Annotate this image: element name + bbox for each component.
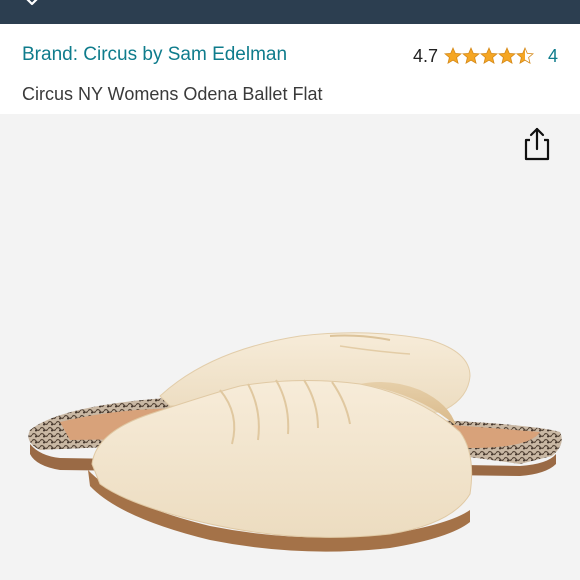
product-title: Circus NY Womens Odena Ballet Flat — [22, 84, 323, 104]
brand-link[interactable]: Brand: Circus by Sam Edelman — [22, 44, 287, 66]
brand-row: Brand: Circus by Sam Edelman 4.7 4 — [0, 40, 580, 72]
rating-value: 4.7 — [412, 45, 438, 66]
star-icon — [444, 47, 534, 64]
rating-stars — [444, 47, 534, 65]
rating-summary[interactable]: 4.7 4 — [413, 44, 558, 68]
chevron-down-icon[interactable] — [26, 0, 38, 8]
rating-count[interactable]: 4 — [548, 46, 558, 67]
product-image[interactable] — [0, 114, 580, 580]
shoe-image — [28, 332, 562, 552]
top-bar — [0, 0, 580, 24]
